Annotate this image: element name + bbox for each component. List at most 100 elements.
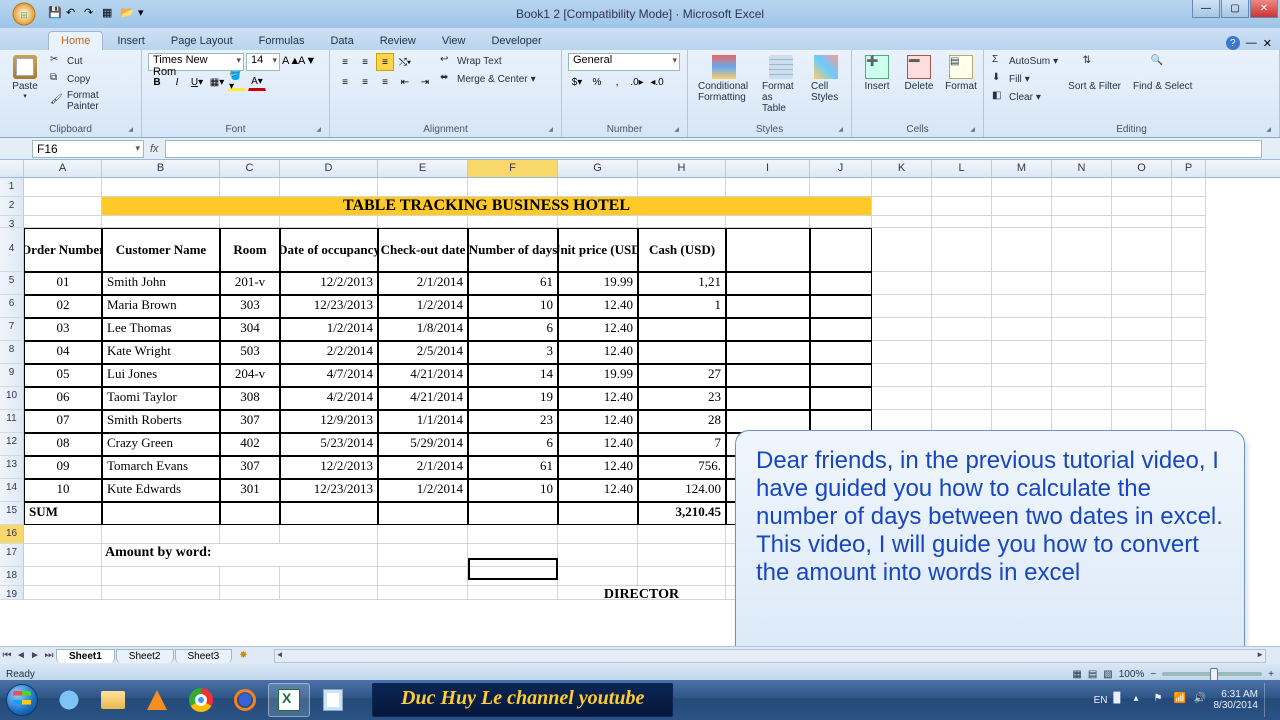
cell[interactable]: 2/2/2014	[280, 341, 378, 364]
taskbar-vlc[interactable]	[136, 683, 178, 717]
table-header[interactable]: Order Number	[24, 228, 102, 272]
lang-indicator[interactable]: EN	[1094, 695, 1108, 706]
cell[interactable]	[1112, 216, 1172, 228]
cell[interactable]	[1052, 387, 1112, 410]
col-header-I[interactable]: I	[726, 160, 810, 177]
fill-button[interactable]: ⬇Fill▾	[990, 71, 1060, 87]
cell[interactable]: Lui Jones	[102, 364, 220, 387]
cell[interactable]: 4/21/2014	[378, 364, 468, 387]
cell[interactable]	[872, 272, 932, 295]
cell[interactable]	[1052, 197, 1112, 216]
undo-icon[interactable]: ↶	[66, 6, 82, 22]
col-header-P[interactable]: P	[1172, 160, 1206, 177]
cell[interactable]	[810, 387, 872, 410]
dec-decimal-icon[interactable]: ◂.0	[648, 73, 666, 91]
horizontal-scrollbar[interactable]	[274, 649, 1266, 663]
cell[interactable]	[992, 216, 1052, 228]
col-header-K[interactable]: K	[872, 160, 932, 177]
cell[interactable]	[726, 216, 810, 228]
table-header[interactable]: Number of days	[468, 228, 558, 272]
cell[interactable]: Crazy Green	[102, 433, 220, 456]
cell[interactable]	[726, 295, 810, 318]
format-as-table-button[interactable]: Format as Table	[758, 53, 803, 116]
cell[interactable]: 4/21/2014	[378, 387, 468, 410]
cell[interactable]: 1/2/2014	[378, 479, 468, 502]
select-all-corner[interactable]	[0, 160, 24, 177]
taskbar-explorer[interactable]	[92, 683, 134, 717]
cell[interactable]	[102, 216, 220, 228]
cell[interactable]	[872, 318, 932, 341]
cell[interactable]	[378, 216, 468, 228]
cell[interactable]	[1112, 228, 1172, 272]
table-header[interactable]: Customer Name	[102, 228, 220, 272]
number-format-combo[interactable]: General	[568, 53, 680, 71]
cell[interactable]: Tomarch Evans	[102, 456, 220, 479]
cell[interactable]	[638, 216, 726, 228]
format-cells-button[interactable]: ▤Format	[942, 53, 980, 94]
col-header-B[interactable]: B	[102, 160, 220, 177]
cell[interactable]	[992, 228, 1052, 272]
cell[interactable]	[1172, 364, 1206, 387]
cell[interactable]: 12.40	[558, 387, 638, 410]
cell[interactable]	[468, 544, 558, 567]
callout-shape[interactable]: Dear friends, in the previous tutorial v…	[735, 430, 1245, 646]
cell[interactable]	[1172, 272, 1206, 295]
cell[interactable]: 2/1/2014	[378, 456, 468, 479]
cell[interactable]	[932, 178, 992, 197]
cell[interactable]: 12.40	[558, 341, 638, 364]
cell[interactable]: 1/2/2014	[280, 318, 378, 341]
row-header[interactable]: 4	[0, 228, 24, 272]
border-button[interactable]: ▦▾	[208, 73, 226, 91]
cell[interactable]	[810, 341, 872, 364]
formula-input[interactable]	[165, 140, 1262, 158]
cell[interactable]: 09	[24, 456, 102, 479]
cell[interactable]	[1052, 228, 1112, 272]
cell[interactable]	[1112, 295, 1172, 318]
sort-filter-button[interactable]: ⇅Sort & Filter	[1064, 53, 1125, 94]
cell[interactable]	[638, 567, 726, 586]
copy-button[interactable]: ⧉Copy	[48, 71, 135, 87]
cell[interactable]	[24, 586, 102, 600]
taskbar-ie[interactable]	[48, 683, 90, 717]
taskbar-chrome[interactable]	[180, 683, 222, 717]
cell[interactable]	[932, 216, 992, 228]
cell[interactable]: 5/29/2014	[378, 433, 468, 456]
tray-action-icon[interactable]: ⚑	[1154, 693, 1168, 707]
cell[interactable]	[378, 586, 468, 600]
font-name-combo[interactable]: Times New Rom	[148, 53, 244, 71]
cell[interactable]	[1052, 318, 1112, 341]
cell[interactable]: 307	[220, 456, 280, 479]
cell[interactable]: 12/9/2013	[280, 410, 378, 433]
cell[interactable]	[280, 216, 378, 228]
cell[interactable]: 503	[220, 341, 280, 364]
col-header-M[interactable]: M	[992, 160, 1052, 177]
cell[interactable]: Amount by word:	[102, 544, 378, 567]
tray-volume-icon[interactable]: 🔊	[1194, 693, 1208, 707]
cell[interactable]	[1172, 341, 1206, 364]
align-middle-icon[interactable]: ≡	[356, 53, 374, 71]
cell[interactable]: 27	[638, 364, 726, 387]
cell[interactable]	[872, 197, 932, 216]
table-header[interactable]: Check-out date	[378, 228, 468, 272]
row-header[interactable]: 13	[0, 456, 24, 479]
tab-page-layout[interactable]: Page Layout	[159, 32, 245, 50]
zoom-in-icon[interactable]: +	[1268, 669, 1274, 680]
next-sheet-icon[interactable]: ►	[28, 650, 42, 661]
cell[interactable]	[378, 502, 468, 525]
cell[interactable]	[638, 544, 726, 567]
cell[interactable]	[558, 216, 638, 228]
cell[interactable]: 2/5/2014	[378, 341, 468, 364]
decrease-indent-icon[interactable]: ⇤	[396, 73, 414, 91]
cell[interactable]: 7	[638, 433, 726, 456]
cell[interactable]	[810, 364, 872, 387]
row-header[interactable]: 16	[0, 525, 24, 544]
cell[interactable]: 1/1/2014	[378, 410, 468, 433]
tab-formulas[interactable]: Formulas	[247, 32, 317, 50]
cell[interactable]: 1/2/2014	[378, 295, 468, 318]
save-icon[interactable]: 💾	[48, 6, 64, 22]
cell[interactable]: 2/1/2014	[378, 272, 468, 295]
tray-clock[interactable]: 6:31 AM 8/30/2014	[1214, 689, 1259, 711]
cell[interactable]: 5/23/2014	[280, 433, 378, 456]
row-header[interactable]: 1	[0, 178, 24, 197]
cell[interactable]	[280, 502, 378, 525]
